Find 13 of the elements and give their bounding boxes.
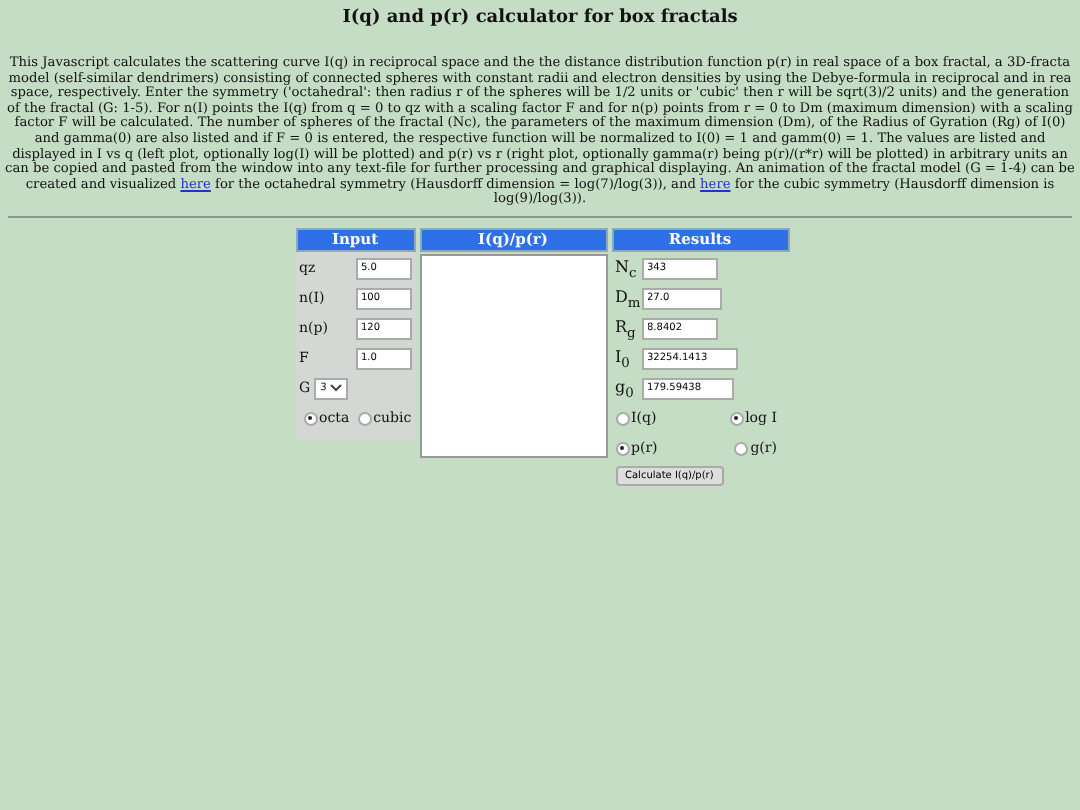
field-label: g$_{0}$ [615, 377, 636, 401]
radio-button[interactable] [729, 411, 744, 426]
field-label: I$_{0}$ [615, 347, 632, 371]
radio-button[interactable] [303, 411, 317, 426]
radio-button[interactable] [734, 441, 749, 456]
radio-button[interactable] [615, 441, 629, 456]
field-label: R$_{g}$ [615, 317, 637, 341]
radio-button[interactable] [357, 411, 372, 426]
radio-button[interactable] [615, 411, 629, 426]
field-label: N$_{c}$ [615, 257, 637, 281]
field-label: D$_{m}$ [615, 287, 637, 311]
chevron-down-icon [330, 384, 343, 393]
page-title: I(q) and p(r) calculator for box fractals [340, 8, 740, 28]
